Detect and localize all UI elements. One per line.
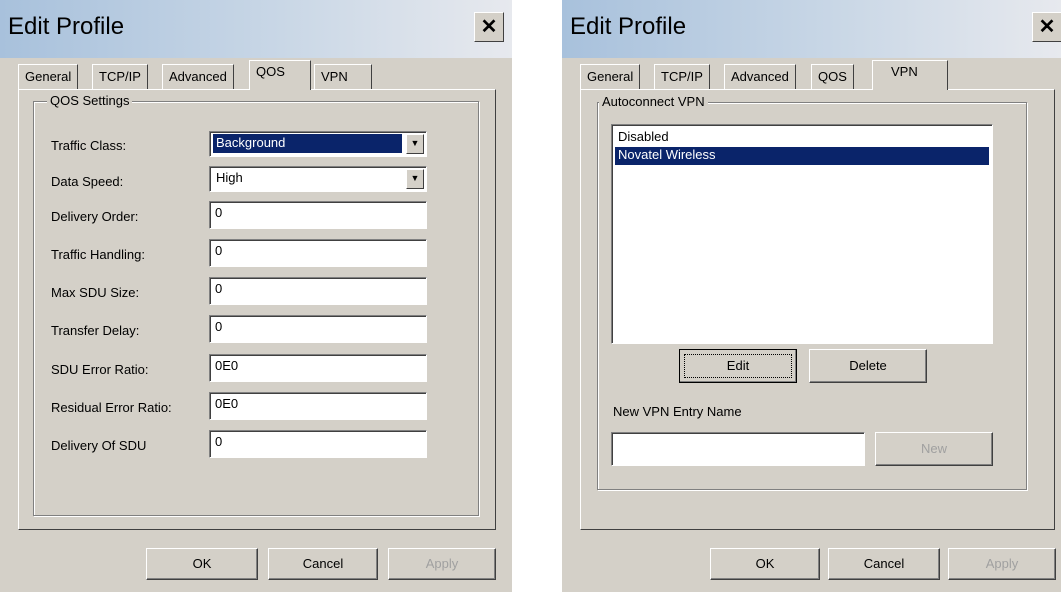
apply-button[interactable]: Apply (948, 548, 1056, 580)
edit-button[interactable]: Edit (679, 349, 797, 383)
transfer-delay-label: Transfer Delay: (51, 323, 140, 338)
close-icon[interactable]: ✕ (1032, 12, 1061, 42)
title-bar[interactable]: Edit Profile ✕ (0, 0, 512, 58)
group-label: QOS Settings (47, 93, 133, 108)
residual-error-ratio-field[interactable]: 0E0 (209, 392, 427, 420)
traffic-class-select[interactable]: Background ▼ (209, 131, 427, 157)
sdu-error-ratio-label: SDU Error Ratio: (51, 362, 149, 377)
sdu-error-ratio-field[interactable]: 0E0 (209, 354, 427, 382)
ok-button[interactable]: OK (710, 548, 820, 580)
dialog-title: Edit Profile (8, 13, 125, 40)
dropdown-arrow-icon[interactable]: ▼ (406, 169, 424, 189)
new-vpn-entry-label: New VPN Entry Name (613, 404, 742, 419)
tab-vpn[interactable]: VPN (872, 60, 948, 90)
data-speed-value: High (216, 170, 243, 185)
group-label: Autoconnect VPN (599, 94, 708, 109)
edit-profile-qos-dialog: Edit Profile ✕ General TCP/IP Advanced Q… (0, 0, 512, 592)
traffic-class-label: Traffic Class: (51, 138, 127, 153)
delivery-order-label: Delivery Order: (51, 209, 139, 224)
apply-button[interactable]: Apply (388, 548, 496, 580)
tab-advanced[interactable]: Advanced (162, 64, 234, 90)
title-bar[interactable]: Edit Profile ✕ (562, 0, 1061, 58)
new-vpn-entry-input[interactable] (611, 432, 865, 466)
data-speed-label: Data Speed: (51, 174, 124, 189)
tab-vpn[interactable]: VPN (314, 64, 372, 90)
ok-button[interactable]: OK (146, 548, 258, 580)
delivery-of-sdu-field[interactable]: 0 (209, 430, 427, 458)
dropdown-arrow-icon[interactable]: ▼ (406, 134, 424, 154)
traffic-class-value: Background (213, 134, 402, 153)
max-sdu-size-label: Max SDU Size: (51, 285, 140, 300)
traffic-handling-label: Traffic Handling: (51, 247, 145, 262)
tab-tcpip[interactable]: TCP/IP (92, 64, 148, 90)
list-item[interactable]: Disabled (615, 129, 989, 147)
edit-profile-vpn-dialog: Edit Profile ✕ General TCP/IP Advanced Q… (562, 0, 1061, 592)
dialog-title: Edit Profile (570, 13, 687, 40)
vpn-list[interactable]: Disabled Novatel Wireless (611, 124, 993, 344)
close-icon[interactable]: ✕ (474, 12, 504, 42)
tab-general[interactable]: General (18, 64, 79, 90)
max-sdu-size-field[interactable]: 0 (209, 277, 427, 305)
tab-qos[interactable]: QOS (811, 64, 854, 90)
tab-panel: QOS Settings Traffic Class: Background ▼… (18, 89, 496, 530)
traffic-handling-field[interactable]: 0 (209, 239, 427, 267)
tab-advanced[interactable]: Advanced (724, 64, 796, 90)
delivery-order-field[interactable]: 0 (209, 201, 427, 229)
cancel-button[interactable]: Cancel (828, 548, 940, 580)
new-button[interactable]: New (875, 432, 993, 466)
tab-panel: Autoconnect VPN Disabled Novatel Wireles… (580, 89, 1055, 530)
data-speed-select[interactable]: High ▼ (209, 166, 427, 192)
transfer-delay-field[interactable]: 0 (209, 315, 427, 343)
tab-qos[interactable]: QOS (249, 60, 311, 90)
delete-button[interactable]: Delete (809, 349, 927, 383)
delivery-of-sdu-label: Delivery Of SDU (51, 438, 147, 453)
residual-error-ratio-label: Residual Error Ratio: (51, 400, 172, 415)
cancel-button[interactable]: Cancel (268, 548, 378, 580)
tab-tcpip[interactable]: TCP/IP (654, 64, 710, 90)
list-item[interactable]: Novatel Wireless (615, 147, 989, 165)
tab-general[interactable]: General (580, 64, 641, 90)
